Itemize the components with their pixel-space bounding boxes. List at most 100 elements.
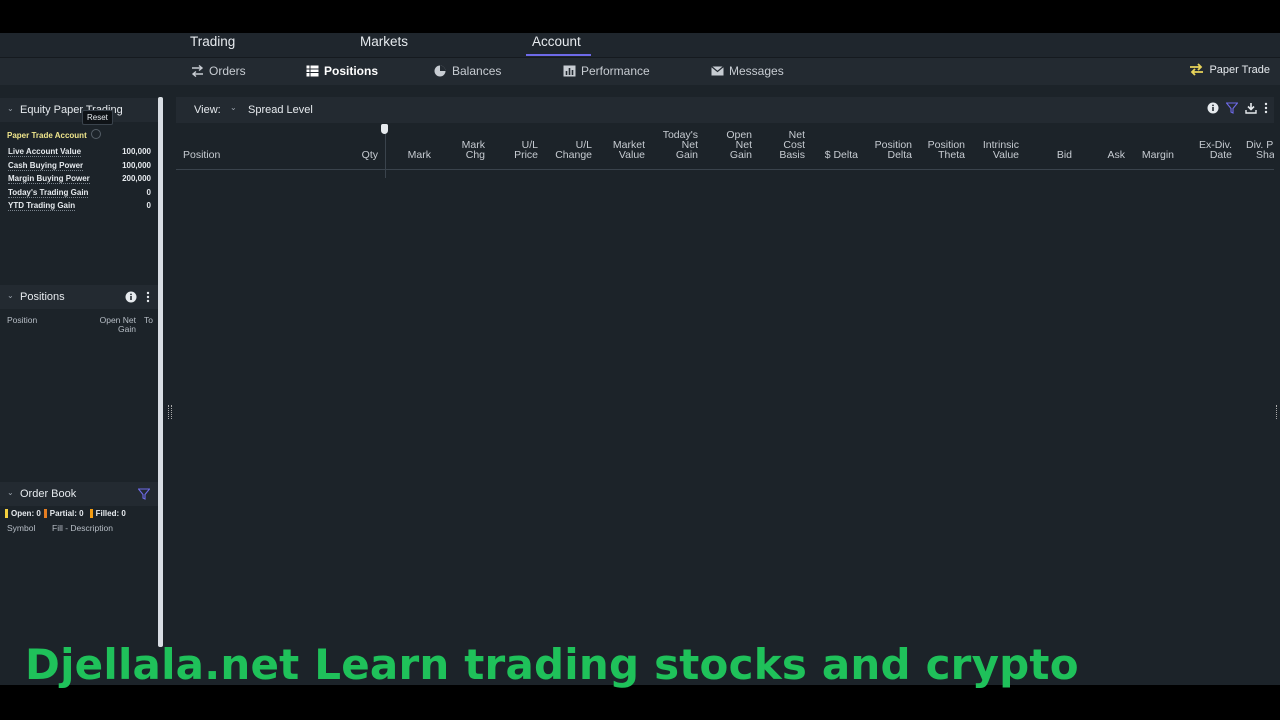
download-icon[interactable]: [1245, 102, 1257, 114]
open-status-bar: [5, 509, 8, 518]
col-mark[interactable]: Mark: [386, 149, 431, 161]
row-value: 0: [146, 188, 151, 197]
partial-status-bar: [43, 509, 47, 518]
col-line: Delta: [887, 149, 912, 161]
more-vertical-icon[interactable]: [146, 291, 150, 303]
col-open-net-gain[interactable]: Open Net Gain: [708, 130, 752, 161]
subnav-orders[interactable]: Orders: [191, 64, 246, 78]
open-count: Open: 0: [11, 509, 41, 518]
col-line: Qty: [361, 149, 378, 161]
col-line: Value: [992, 149, 1019, 161]
pie-chart-icon: [434, 65, 446, 77]
sub-nav: Orders Positions Balances Performance Me…: [0, 57, 1280, 85]
row-label: YTD Trading Gain: [8, 201, 76, 211]
row-label: Cash Buying Power: [8, 161, 84, 171]
more-vertical-icon[interactable]: [1264, 102, 1268, 114]
subnav-messages[interactable]: Messages: [711, 64, 784, 78]
col-margin[interactable]: Margin: [1126, 150, 1174, 161]
gear-icon[interactable]: [91, 129, 101, 139]
col-line: Ask: [1107, 149, 1125, 161]
col-dollar-delta[interactable]: $ Delta: [814, 149, 858, 161]
bar-chart-icon: [563, 65, 576, 77]
order-book-col-fill[interactable]: Fill - Description: [52, 524, 113, 533]
col-qty[interactable]: Qty: [336, 149, 378, 161]
swap-arrows-icon: [191, 65, 204, 77]
partial-count: Partial: 0: [49, 509, 84, 518]
envelope-icon: [711, 66, 724, 76]
tab-trading[interactable]: Trading: [184, 35, 241, 56]
col-line: Chg: [465, 149, 485, 161]
column-freeze-handle[interactable]: [381, 124, 388, 134]
col-line: Change: [555, 149, 592, 161]
row-label: Today's Trading Gain: [8, 188, 89, 198]
col-position-delta[interactable]: Position Delta: [864, 140, 912, 161]
subnav-positions[interactable]: Positions: [306, 64, 378, 78]
row-value: 200,000: [122, 174, 151, 183]
row-label: Live Account Value: [8, 147, 82, 157]
subnav-balances-label: Balances: [452, 64, 502, 78]
subnav-positions-label: Positions: [324, 64, 379, 78]
positions-section-title: Positions: [20, 291, 65, 303]
account-row: Today's Trading Gain 0: [8, 188, 151, 198]
paper-trade-swap-icon: [1190, 63, 1204, 76]
positions-col-open-net[interactable]: Open Net Gain: [98, 316, 136, 334]
info-icon[interactable]: [125, 291, 137, 303]
table-icon: [306, 65, 319, 77]
col-line: Gain: [118, 324, 136, 334]
right-resize-handle[interactable]: [1276, 405, 1279, 419]
info-icon[interactable]: [1207, 102, 1219, 114]
tab-markets[interactable]: Markets: [354, 35, 414, 56]
paper-trade-toggle[interactable]: Paper Trade: [1189, 63, 1270, 76]
frozen-column-divider: [385, 131, 386, 178]
account-row: Cash Buying Power 100,000: [8, 161, 151, 171]
account-row: YTD Trading Gain 0: [8, 201, 151, 211]
positions-section-header[interactable]: ⌄ Positions: [0, 285, 158, 309]
row-value: 0: [146, 201, 151, 210]
positions-col-to[interactable]: To: [144, 316, 153, 325]
col-line: Gain: [675, 149, 698, 161]
positions-col-position[interactable]: Position: [7, 316, 37, 325]
col-intrinsic-value[interactable]: Intrinsic Value: [971, 140, 1019, 161]
col-line: $ Delta: [824, 149, 858, 161]
reset-tooltip: Reset: [82, 110, 113, 125]
view-dropdown-chevron-icon[interactable]: ⌄: [230, 103, 237, 112]
col-line: Bid: [1056, 149, 1072, 161]
col-market-value[interactable]: Market Value: [601, 140, 645, 161]
left-panel-scrollbar[interactable]: [158, 97, 163, 647]
col-div-per-share[interactable]: Div. P Sha: [1246, 140, 1274, 160]
order-book-col-symbol[interactable]: Symbol: [7, 524, 35, 533]
order-book-section-header[interactable]: ⌄ Order Book: [0, 482, 158, 506]
subnav-balances[interactable]: Balances: [434, 64, 501, 78]
subnav-orders-label: Orders: [209, 64, 246, 78]
positions-grid-header: Position Qty Mark Mark Chg U/L Price U/L Ch…: [176, 123, 1274, 170]
col-line: Mark: [407, 149, 431, 161]
col-ul-price[interactable]: U/L Price: [494, 140, 538, 161]
col-ask[interactable]: Ask: [1088, 149, 1125, 161]
order-book-title: Order Book: [20, 488, 77, 500]
account-label[interactable]: Paper Trade Account: [7, 131, 87, 140]
equity-section-header[interactable]: ⌄ Equity Paper Trading: [0, 98, 158, 122]
col-todays-net-gain[interactable]: Today's Net Gain: [654, 130, 698, 161]
subnav-performance[interactable]: Performance: [563, 64, 650, 78]
view-select[interactable]: Spread Level: [248, 104, 313, 116]
col-position[interactable]: Position: [183, 150, 220, 161]
filter-icon[interactable]: [1226, 102, 1238, 114]
col-line: Date: [1209, 149, 1232, 161]
filled-count: Filled: 0: [95, 509, 126, 518]
row-value: 100,000: [122, 147, 151, 156]
chevron-down-icon: ⌄: [7, 291, 14, 300]
col-ul-change[interactable]: U/L Change: [546, 140, 592, 161]
col-mark-chg[interactable]: Mark Chg: [441, 140, 485, 161]
subnav-messages-label: Messages: [729, 64, 784, 78]
col-ex-div-date[interactable]: Ex-Div. Date: [1186, 140, 1232, 161]
col-line: Gain: [729, 149, 752, 161]
panel-resize-handle[interactable]: [168, 405, 172, 419]
tab-account[interactable]: Account: [526, 35, 591, 56]
col-bid[interactable]: Bid: [1036, 149, 1072, 161]
chevron-down-icon: ⌄: [7, 104, 14, 113]
col-position-theta[interactable]: Position Theta: [917, 140, 965, 161]
col-net-cost-basis[interactable]: Net Cost Basis: [761, 130, 805, 161]
filled-status-bar: [89, 509, 93, 518]
view-label: View:: [194, 104, 221, 116]
filter-icon[interactable]: [138, 488, 150, 500]
